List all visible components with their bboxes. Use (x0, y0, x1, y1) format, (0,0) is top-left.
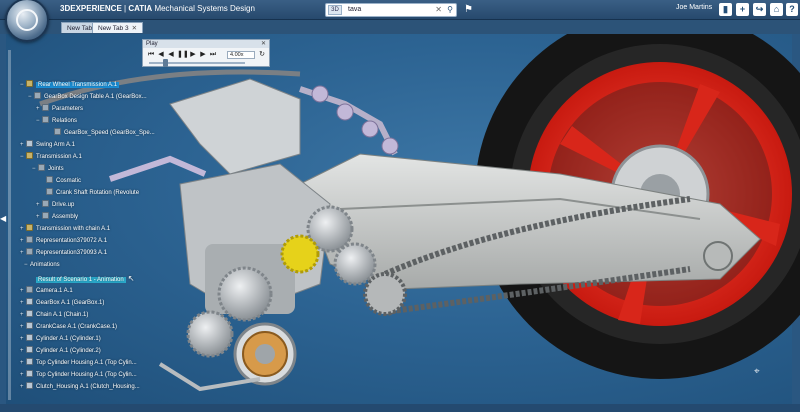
assembly-icon (26, 224, 33, 231)
tree-node[interactable]: + CrankCase A.1 (CrankCase.1) (20, 322, 117, 333)
camera-icon (26, 286, 33, 293)
tree-node[interactable]: − GearBox Design Table A.1 (GearBox... (28, 92, 147, 103)
part-icon (26, 322, 33, 329)
assembly-icon (26, 152, 33, 159)
joints-icon (38, 164, 45, 171)
revolute-joint-icon (46, 188, 53, 195)
part-icon (26, 140, 33, 147)
relations-icon (42, 116, 49, 123)
play-panel: Play ✕ ⏮ ◀ ◀ ❚❚ ▶ ▶ ⏭ 4.00x ↻ (142, 39, 270, 67)
timeline-slider[interactable] (149, 59, 245, 67)
clear-search-icon[interactable]: ✕ (435, 5, 442, 14)
floor-grid-icon[interactable]: ⌖ (754, 366, 760, 377)
tree-node[interactable]: + Cylinder A.1 (Cylinder.2) (20, 346, 101, 357)
tree-node[interactable]: + Representation379093 A.1 (20, 248, 107, 259)
formula-icon (54, 128, 61, 135)
skip-to-start-icon[interactable]: ⏮ (147, 51, 155, 59)
search-box[interactable]: 3D tava ✕ ⚲ (325, 3, 457, 17)
help-icon[interactable]: ? (786, 3, 798, 16)
tree-node[interactable]: + Clutch_Housing A.1 (Clutch_Housing... (20, 382, 140, 393)
search-icon[interactable]: ⚲ (447, 5, 453, 14)
representation-icon (26, 236, 33, 243)
close-icon[interactable]: ✕ (261, 40, 266, 48)
play-forward-icon[interactable]: ▶ (189, 51, 197, 59)
design-table-icon (34, 92, 41, 99)
3d-viewport[interactable] (0, 34, 800, 404)
search-scope-dropdown[interactable]: 3D (328, 5, 342, 15)
part-icon (26, 370, 33, 377)
play-panel-header[interactable]: Play ✕ (143, 40, 269, 48)
tree-node[interactable]: + Assembly (36, 212, 78, 223)
tree-node[interactable]: − Animations (24, 260, 60, 271)
tree-node[interactable]: GearBox_Speed (GearBox_Spe... (48, 128, 155, 139)
assembly-icon (26, 80, 33, 87)
tree-node[interactable]: + Swing Arm A.1 (20, 140, 75, 151)
tree-node[interactable]: Cosmatic (40, 176, 81, 187)
tree-node[interactable]: + Top Cylinder Housing A.1 (Top Cylin... (20, 358, 137, 369)
tree-node[interactable]: − Relations (36, 116, 77, 127)
loop-icon[interactable]: ↻ (258, 51, 266, 59)
tree-node[interactable]: + Representation379072 A.1 (20, 236, 107, 247)
cosmetic-icon (46, 176, 53, 183)
brand-app: CATIA (128, 4, 153, 13)
tree-node[interactable]: + Camera.1 A.1 (20, 286, 73, 297)
close-icon[interactable]: ✕ (132, 25, 137, 32)
tree-node[interactable]: + Transmission with chain A.1 (20, 224, 110, 235)
representation-icon (26, 248, 33, 255)
tree-node[interactable]: + GearBox A.1 (GearBox.1) (20, 298, 104, 309)
tree-node[interactable]: − Joints (32, 164, 64, 175)
add-menu-button[interactable]: ▮ (719, 3, 732, 16)
play-panel-title: Play (146, 41, 158, 47)
app-name: Mechanical Systems Design (154, 4, 255, 13)
pause-icon[interactable]: ❚❚ (177, 51, 189, 59)
tab-label: New Tab 3 (98, 25, 129, 32)
user-name[interactable]: Joe Martins (676, 4, 712, 11)
part-icon (26, 358, 33, 365)
part-icon (26, 334, 33, 341)
parameters-icon (42, 104, 49, 111)
timeline-knob[interactable] (163, 59, 168, 67)
app-title: 3DEXPERIENCE | CATIA Mechanical Systems … (60, 4, 255, 13)
tree-node[interactable]: + Top Cylinder Housing A.1 (Top Cylin... (20, 370, 137, 381)
speed-field[interactable]: 4.00x (227, 51, 255, 59)
tree-node[interactable]: + Cylinder A.1 (Cylinder.1) (20, 334, 101, 345)
tag-icon[interactable]: ⚑ (464, 4, 473, 15)
tree-node[interactable]: + Parameters (36, 104, 83, 115)
assembly-icon (42, 212, 49, 219)
tree-node[interactable]: Crank Shaft Rotation (Revolute (40, 188, 139, 199)
mouse-pointer-icon: ↖ (127, 274, 135, 283)
bottom-toolbar (0, 404, 800, 412)
tab-bar: New Tab 1 New Tab 3 ✕ (0, 20, 800, 34)
tree-node[interactable]: + Chain A.1 (Chain.1) (20, 310, 88, 321)
part-icon (26, 346, 33, 353)
part-icon (26, 382, 33, 389)
tree-node[interactable]: + Drive.up (36, 200, 74, 211)
tab-new-tab-3[interactable]: New Tab 3 ✕ (92, 22, 144, 33)
skip-to-end-icon[interactable]: ⏭ (209, 51, 217, 59)
compass-icon[interactable] (5, 0, 49, 42)
part-icon (26, 298, 33, 305)
home-icon[interactable]: ⌂ (770, 3, 783, 16)
tree-node[interactable]: − Rear Wheel Transmission A.1 (20, 80, 120, 91)
step-back-icon[interactable]: ◀ (157, 51, 165, 59)
part-icon (26, 310, 33, 317)
gearbox-assembly[interactable] (169, 78, 377, 386)
search-input[interactable]: tava (348, 6, 361, 13)
brand-prefix: 3DEXPERIENCE (60, 4, 122, 13)
tree-node[interactable]: − Transmission A.1 (20, 152, 82, 163)
play-backward-icon[interactable]: ◀ (167, 51, 175, 59)
drive-icon (42, 200, 49, 207)
plus-icon[interactable]: + (736, 3, 749, 16)
catia-window: 3DEXPERIENCE | CATIA Mechanical Systems … (0, 0, 800, 412)
tree-node[interactable]: Result of Scenario 1 - Animation ↖ (36, 273, 134, 284)
share-icon[interactable]: ↪ (753, 3, 766, 16)
step-forward-icon[interactable]: ▶ (199, 51, 207, 59)
top-bar: 3DEXPERIENCE | CATIA Mechanical Systems … (0, 0, 800, 42)
